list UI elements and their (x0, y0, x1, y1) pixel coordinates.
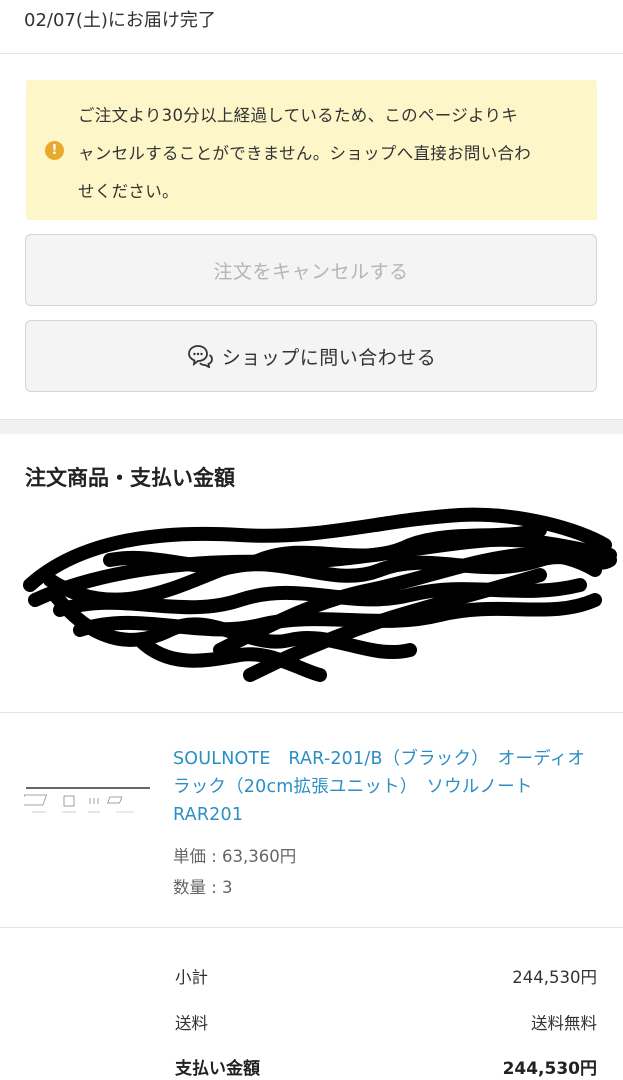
subtotal-label: 小計 (175, 968, 208, 987)
info-icon: ! (45, 141, 64, 160)
quantity: 数量 : 3 (173, 878, 233, 897)
subtotal-value: 244,530円 (512, 968, 597, 987)
product-name-link[interactable]: SOULNOTE RAR-201/B（ブラック） オーディオラック（20cm拡張… (173, 745, 598, 829)
divider (0, 712, 623, 713)
redaction-scribble (23, 507, 617, 682)
section-separator (0, 419, 623, 434)
subtotal-row: 小計 244,530円 (175, 964, 597, 988)
delivery-status: 02/07(土)にお届け完了 (24, 10, 216, 31)
divider (0, 53, 623, 54)
shipping-row: 送料 送料無料 (175, 1010, 597, 1034)
shipping-label: 送料 (175, 1014, 208, 1033)
total-value: 244,530円 (502, 1059, 597, 1079)
product-thumbnail[interactable] (24, 780, 152, 824)
cancel-notice: ! ご注文より30分以上経過しているため、このページよりキ ャンセルすることがで… (26, 80, 597, 220)
cancel-order-button[interactable]: 注文をキャンセルする (25, 234, 597, 306)
unit-price: 単価 : 63,360円 (173, 847, 297, 866)
chat-bubbles-icon (187, 345, 213, 368)
total-label: 支払い金額 (175, 1059, 260, 1079)
shipping-value: 送料無料 (531, 1014, 597, 1033)
divider (0, 927, 623, 928)
notice-message: ご注文より30分以上経過しているため、このページよりキ ャンセルすることができま… (78, 106, 532, 201)
section-title: 注文商品・支払い金額 (25, 466, 235, 490)
total-row: 支払い金額 244,530円 (175, 1054, 597, 1079)
contact-shop-button[interactable]: ショップに問い合わせる (25, 320, 597, 392)
